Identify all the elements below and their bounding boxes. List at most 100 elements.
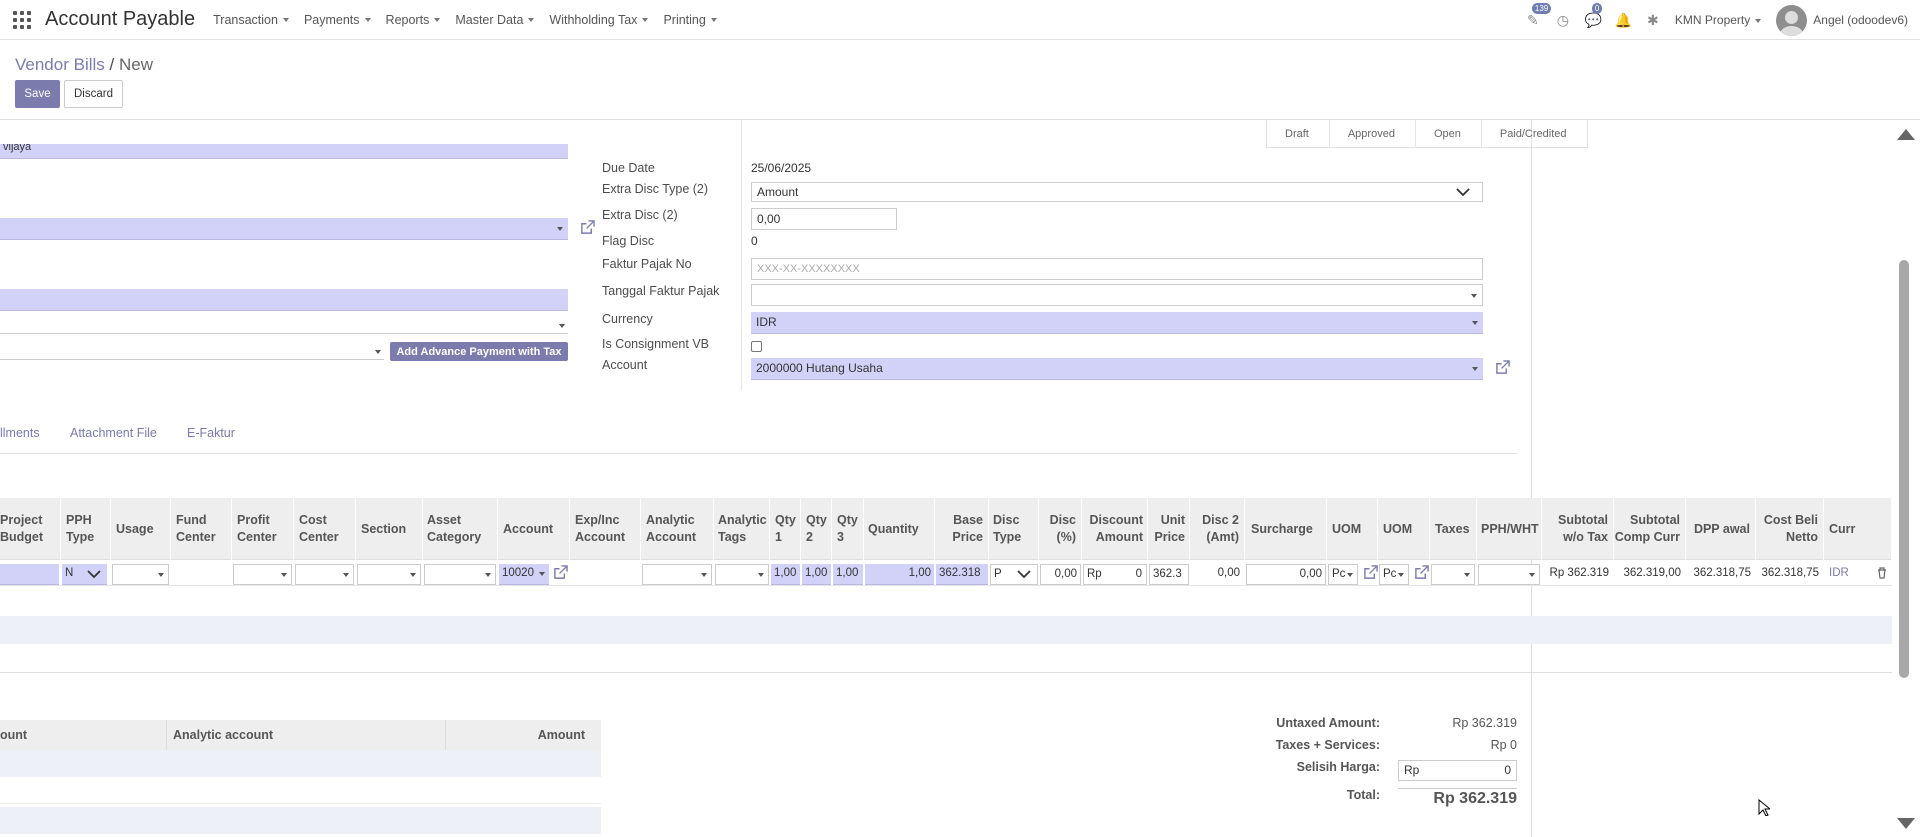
col-analytic-account[interactable]: Analytic Account: [641, 498, 714, 560]
analytic-col-account[interactable]: ount: [0, 720, 166, 750]
add-advance-payment-button[interactable]: Add Advance Payment with Tax: [390, 342, 568, 361]
is-consignment-checkbox[interactable]: [751, 341, 762, 352]
col-base-price[interactable]: Base Price: [935, 498, 989, 560]
col-asset-category[interactable]: Asset Category: [423, 498, 498, 560]
cell-quantity[interactable]: 1,00: [865, 564, 934, 585]
save-button[interactable]: Save: [15, 80, 60, 108]
external-link-icon[interactable]: [1495, 360, 1510, 375]
menu-withholding-tax[interactable]: Withholding Tax: [549, 13, 648, 27]
left-select-3[interactable]: [0, 317, 568, 334]
col-pph-wht[interactable]: PPH/WHT: [1477, 498, 1542, 560]
left-select-4[interactable]: [0, 343, 384, 360]
external-link-icon[interactable]: [553, 565, 568, 580]
external-link-icon[interactable]: [1363, 565, 1378, 580]
extra-disc-type-select[interactable]: Amount: [751, 182, 1483, 202]
external-link-icon[interactable]: [580, 220, 595, 235]
cell-account[interactable]: 10020: [499, 564, 549, 585]
col-qty3[interactable]: Qty 3: [832, 498, 864, 560]
col-subtotal-wo-tax[interactable]: Subtotal w/o Tax: [1542, 498, 1614, 560]
menu-transaction[interactable]: Transaction: [213, 13, 289, 27]
col-project-budget[interactable]: Project Budget: [0, 498, 61, 560]
left-select-1[interactable]: [0, 218, 568, 240]
cell-uom-2[interactable]: Pc: [1379, 564, 1409, 585]
col-disc-type[interactable]: Disc Type: [989, 498, 1039, 560]
analytic-col-analytic-account[interactable]: Analytic account: [166, 720, 445, 750]
bug-icon[interactable]: ✱: [1645, 12, 1661, 29]
cell-disc-pct[interactable]: 0,00: [1040, 564, 1081, 585]
cell-profit-center[interactable]: [233, 564, 292, 585]
col-taxes[interactable]: Taxes: [1430, 498, 1477, 560]
company-switcher[interactable]: KMN Property: [1675, 13, 1761, 27]
scrollbar-thumb[interactable]: [1899, 260, 1909, 678]
cell-qty1[interactable]: 1,00: [771, 564, 800, 585]
cell-section[interactable]: [357, 564, 421, 585]
analytic-col-amount[interactable]: Amount: [445, 720, 601, 750]
cell-analytic-account[interactable]: [642, 564, 712, 585]
cell-usage[interactable]: [112, 564, 169, 585]
user-menu[interactable]: Angel (odoodev6): [1813, 13, 1908, 27]
col-profit-center[interactable]: Profit Center: [232, 498, 294, 560]
account-select[interactable]: 2000000 Hutang Usaha: [751, 358, 1483, 380]
col-qty1[interactable]: Qty 1: [770, 498, 801, 560]
col-discount-amount[interactable]: Discount Amount: [1082, 498, 1148, 560]
col-fund-center[interactable]: Fund Center: [171, 498, 232, 560]
col-account[interactable]: Account: [498, 498, 570, 560]
tab-e-faktur[interactable]: E-Faktur: [187, 426, 235, 440]
col-usage[interactable]: Usage: [111, 498, 171, 560]
extra-disc-input[interactable]: 0,00: [751, 208, 897, 230]
cell-disc-type[interactable]: P: [990, 564, 1038, 585]
menu-master-data[interactable]: Master Data: [455, 13, 534, 27]
chat-icon[interactable]: 💬 0: [1585, 2, 1603, 29]
col-curr[interactable]: Curr: [1824, 498, 1892, 560]
col-disc2-amt[interactable]: Disc 2 (Amt): [1190, 498, 1245, 560]
col-section[interactable]: Section: [356, 498, 423, 560]
status-draft[interactable]: Draft: [1267, 120, 1330, 147]
status-paid[interactable]: Paid/Credited: [1482, 120, 1588, 147]
external-link-icon[interactable]: [1414, 565, 1429, 580]
currency-select[interactable]: IDR: [751, 312, 1483, 334]
col-unit-price[interactable]: Unit Price: [1148, 498, 1190, 560]
activity-icon[interactable]: ✎ 139: [1525, 2, 1552, 29]
col-quantity[interactable]: Quantity: [864, 498, 935, 560]
col-dpp-awal[interactable]: DPP awal: [1686, 498, 1756, 560]
left-field-2[interactable]: [0, 289, 568, 311]
trash-icon[interactable]: [1877, 567, 1887, 579]
table-row[interactable]: N 10020 1,00 1,00 1,00 1,00 362.318 P 0,…: [0, 560, 1892, 586]
cell-qty3[interactable]: 1,00: [833, 564, 863, 585]
col-exp-inc-account[interactable]: Exp/Inc Account: [570, 498, 641, 560]
apps-menu-icon[interactable]: [13, 10, 31, 29]
status-approved[interactable]: Approved: [1330, 120, 1416, 147]
col-cost-beli-netto[interactable]: Cost Beli Netto: [1756, 498, 1824, 560]
menu-payments[interactable]: Payments: [304, 13, 371, 27]
menu-reports[interactable]: Reports: [386, 13, 441, 27]
col-uom-1[interactable]: UOM: [1327, 498, 1378, 560]
status-open[interactable]: Open: [1416, 120, 1482, 147]
breadcrumb-vendor-bills[interactable]: Vendor Bills: [15, 55, 105, 74]
faktur-pajak-no-input[interactable]: XXX-XX-XXXXXXXX: [751, 258, 1483, 280]
discard-button[interactable]: Discard: [64, 80, 123, 108]
cell-fund-center[interactable]: [171, 564, 231, 585]
col-pph-type[interactable]: PPH Type: [61, 498, 111, 560]
col-disc-pct[interactable]: Disc (%): [1039, 498, 1082, 560]
tab-attachment-file[interactable]: Attachment File: [70, 426, 157, 440]
cell-cost-center[interactable]: [295, 564, 354, 585]
selisih-harga-input[interactable]: Rp 0: [1398, 760, 1517, 781]
col-subtotal-comp-curr[interactable]: Subtotal Comp Curr: [1614, 498, 1686, 560]
tanggal-faktur-pajak-input[interactable]: [751, 284, 1483, 306]
avatar[interactable]: [1776, 4, 1808, 36]
cell-taxes[interactable]: [1431, 564, 1475, 585]
partner-field[interactable]: vijaya: [0, 144, 568, 159]
cell-pph-wht[interactable]: [1478, 564, 1540, 585]
scroll-up-icon[interactable]: [1897, 129, 1915, 140]
cell-base-price[interactable]: 362.318: [936, 564, 988, 585]
cell-qty2[interactable]: 1,00: [802, 564, 831, 585]
due-date-value[interactable]: 25/06/2025: [751, 161, 811, 175]
scroll-down-icon[interactable]: [1897, 818, 1915, 829]
cell-unit-price[interactable]: 362.3: [1149, 564, 1189, 585]
cell-curr[interactable]: IDR: [1826, 564, 1856, 585]
cell-discount-amount[interactable]: Rp 0: [1083, 564, 1147, 585]
cell-pph-type[interactable]: N: [62, 564, 107, 585]
cell-asset-category[interactable]: [424, 564, 496, 585]
cell-uom-1[interactable]: Pc: [1328, 564, 1358, 585]
cell-project-budget[interactable]: [0, 564, 59, 585]
